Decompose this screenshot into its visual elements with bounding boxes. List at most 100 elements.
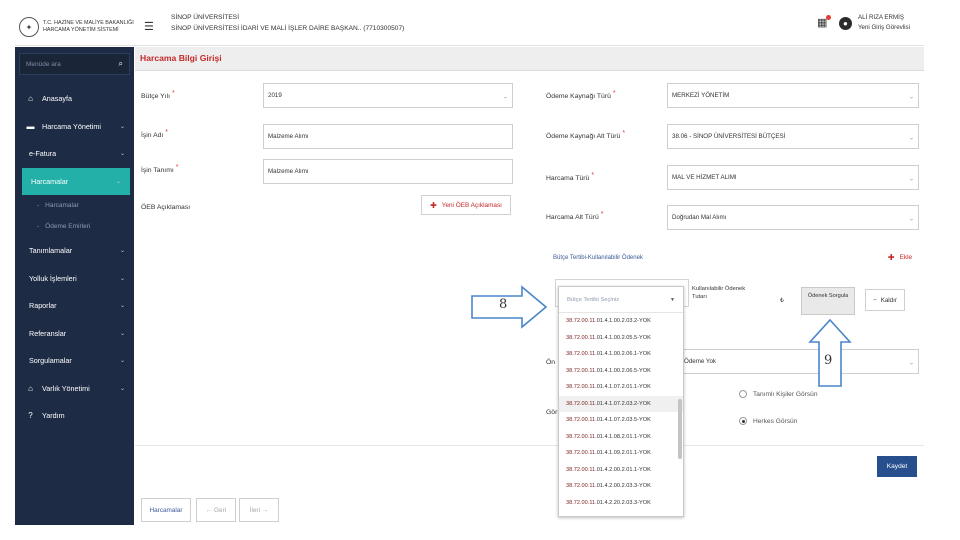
brand-line-2: HARCAMA YÖNETİM SİSTEMİ (43, 27, 119, 33)
dropdown-option[interactable]: 38.72.00.11.01.4.1.00.2.06.5-YOK (559, 363, 683, 380)
butce-yili-select[interactable]: 2019 (263, 83, 513, 108)
sidebar-item-harcama-yonetimi[interactable]: ▬ Harcama Yönetimi ⌄ (15, 113, 134, 141)
budget-section-label: Bütçe Tertibi-Kullanılabilir Ödenek (553, 255, 643, 261)
search-icon[interactable]: ⌕ (119, 59, 123, 69)
menu-toggle-icon[interactable]: ☰ (144, 20, 154, 33)
odenek-sorgula-button[interactable]: Ödenek Sorgula (801, 287, 855, 315)
ministry-seal-icon: ✦ (19, 17, 39, 37)
partial-label-gor: Gör (546, 409, 558, 416)
option-code: 38.72.00.11 (566, 466, 596, 473)
sidebar-item-anasayfa[interactable]: ⌂ Anasayfa (15, 85, 134, 113)
oeb-aciklamasi-label: ÖEB Açıklaması (141, 204, 191, 211)
isin-adi-label: İşin Adı * (141, 129, 169, 139)
divider (135, 445, 924, 446)
pager-next[interactable]: İleri → (239, 498, 279, 522)
radio-tanimli-kisiler[interactable]: Tanımlı Kişiler Görsün (739, 390, 818, 398)
dropdown-option[interactable]: 38.72.00.11.01.4.1.00.2.03.2-YOK (559, 313, 683, 330)
odeme-kaynagi-alt-turu-select[interactable]: 38.06 - SİNOP ÜNİVERSİTESİ BÜTÇESİ (667, 124, 919, 149)
sidebar-item-referanslar[interactable]: Referanslar ⌄ (15, 320, 134, 348)
option-rest: .01.4.1.09.2.01.1-YOK (595, 450, 651, 457)
pager-prev[interactable]: ← Geri (196, 498, 236, 522)
chevron-down-icon: ⌄ (119, 303, 125, 310)
sidebar-item-label: Raporlar (29, 301, 57, 311)
dropdown-option[interactable]: 38.72.00.11.01.4.1.00.2.06.1-YOK (559, 346, 683, 363)
brand[interactable]: ✦ T.C. HAZİNE VE MALİYE BAKANLIĞI HARCAM… (15, 8, 134, 46)
sidebar-subitem-harcamalar[interactable]: - Harcamalar (15, 195, 134, 216)
ekle-button[interactable]: ✚ Ekle (885, 250, 915, 264)
yeni-oeb-button[interactable]: ✚ Yeni ÖEB Açıklaması (421, 195, 511, 215)
dropdown-option[interactable]: 38.72.00.11.01.4.2.20.2.03.3-YOK (559, 495, 683, 512)
arrow-right-annotation (471, 285, 548, 329)
odeme-kaynagi-turu-select[interactable]: MERKEZİ YÖNETİM (667, 83, 919, 108)
radio-button[interactable] (739, 390, 747, 398)
option-rest: .01.4.2.20.2.03.3-YOK (595, 499, 651, 506)
partial-label-on: Ön (546, 359, 556, 366)
kaydet-button[interactable]: Kaydet (877, 456, 917, 477)
sidebar-item-e-fatura[interactable]: e-Fatura ⌄ (15, 140, 134, 168)
option-code: 38.72.00.11 (566, 400, 596, 407)
sidebar-item-tanimlamalar[interactable]: Tanımlamalar ⌄ (15, 237, 134, 265)
dropdown-option[interactable]: 38.72.00.11.01.4.1.07.2.03.5-YOK (559, 412, 683, 429)
radio-button-selected[interactable] (739, 417, 747, 425)
notification-badge (825, 15, 831, 20)
annotation-number-9: 9 (824, 353, 833, 368)
sidebar-item-label: Ödeme Emirleri (45, 223, 91, 230)
chevron-down-icon: ⌄ (119, 151, 125, 158)
page-title-bar: Harcama Bilgi Girişi (135, 47, 924, 71)
sidebar-item-varlik-yonetimi[interactable]: ⌂ Varlık Yönetimi ⌄ (15, 375, 134, 403)
user-avatar-icon[interactable]: ● (838, 16, 852, 30)
dropdown-placeholder[interactable]: Bütçe Tertibi Seçiniz ▼ (559, 287, 683, 313)
org-line-2: SİNOP ÜNİVERSİTESİ İDARİ VE MALİ İŞLER D… (171, 25, 405, 32)
kaldir-button[interactable]: − Kaldır (865, 289, 905, 311)
dropdown-option[interactable]: 38.72.00.11.01.4.2.00.2.03.3-YOK (559, 478, 683, 495)
butce-tertibi-dropdown[interactable]: Bütçe Tertibi Seçiniz ▼ 38.72.00.11.01.4… (558, 286, 684, 517)
sidebar-item-raporlar[interactable]: Raporlar ⌄ (15, 292, 134, 320)
organization-info: SİNOP ÜNİVERSİTESİ SİNOP ÜNİVERSİTESİ İD… (171, 12, 404, 34)
option-rest: .01.4.2.00.2.03.3-YOK (595, 483, 651, 490)
harcama-alt-turu-select[interactable]: Doğrudan Mal Alımı (667, 205, 919, 230)
isin-adi-input[interactable]: Malzeme Alımı (263, 124, 513, 149)
sidebar-item-label: Referanslar (29, 328, 67, 338)
option-rest: .01.4.1.00.2.05.5-YOK (595, 334, 651, 341)
menu-search-input[interactable]: Menüde ara ⌕ (19, 53, 130, 75)
dropdown-scrollbar[interactable] (678, 399, 682, 459)
butce-yili-label: Bütçe Yılı * (141, 90, 175, 100)
option-rest: .01.4.1.08.2.01.1-YOK (595, 433, 651, 440)
dropdown-option[interactable]: 38.72.00.11.01.4.1.07.2.03.2-YOK (559, 395, 683, 412)
user-info[interactable]: ALİ RIZA ERMİŞ Yeni Giriş Görevlisi (858, 13, 910, 33)
kullanilabilir-odenek-label: Kullanılabilir Ödenek Tutarı (692, 286, 746, 300)
option-code: 38.72.00.11 (566, 417, 596, 424)
pager-current[interactable]: Harcamalar (141, 498, 191, 522)
sidebar-item-label: Yolluk İşlemleri (29, 273, 77, 283)
sidebar-item-label: Tanımlamalar (29, 246, 73, 256)
sidebar-item-label: Harcama Yönetimi (42, 121, 101, 131)
dropdown-option[interactable]: 38.72.00.11.01.4.1.09.2.01.1-YOK (559, 445, 683, 462)
odeme-yeri-select[interactable]: Ödeme Yok (679, 349, 919, 374)
harcama-alt-turu-label: Harcama Alt Türü * (546, 211, 604, 221)
sidebar-item-harcamalar[interactable]: Harcamalar ⌄ (22, 167, 130, 195)
chevron-down-icon: ⌄ (119, 385, 125, 392)
sidebar-item-label: Harcamalar (45, 202, 79, 209)
sidebar-item-sorgulamalar[interactable]: Sorgulamalar ⌄ (15, 347, 134, 375)
caret-down-icon: ▼ (670, 297, 675, 303)
sidebar-item-yolluk-islemleri[interactable]: Yolluk İşlemleri ⌄ (15, 265, 134, 293)
harcama-turu-select[interactable]: MAL VE HİZMET ALIMI (667, 165, 919, 190)
option-rest: .01.4.1.07.2.03.5-YOK (595, 417, 651, 424)
sidebar-subitem-odeme-emirleri[interactable]: - Ödeme Emirleri (15, 216, 134, 237)
harcama-turu-label: Harcama Türü * (546, 172, 595, 182)
home-icon: ⌂ (28, 94, 33, 104)
notification-icon[interactable]: ▦ (817, 15, 831, 29)
dropdown-option[interactable]: 38.72.00.11.01.4.1.08.2.01.1-YOK (559, 429, 683, 446)
plus-icon: ✚ (887, 252, 895, 262)
radio-herkes[interactable]: Herkes Görsün (739, 417, 797, 425)
dropdown-option[interactable]: 38.72.00.11.01.4.1.07.2.01.1-YOK (559, 379, 683, 396)
option-rest: .01.4.1.00.2.06.1-YOK (595, 351, 651, 358)
dropdown-option[interactable]: 38.72.00.11.01.4.1.00.2.05.5-YOK (559, 330, 683, 347)
sidebar-item-yardim[interactable]: ? Yardım (15, 402, 134, 430)
option-rest: .01.4.2.00.2.01.1-YOK (595, 466, 651, 473)
chevron-down-icon: ⌄ (119, 123, 125, 130)
dropdown-option[interactable]: 38.72.00.11.01.4.2.00.2.01.1-YOK (559, 462, 683, 479)
isin-tanimi-input[interactable]: Malzeme Alımı (263, 159, 513, 184)
top-header: ✦ T.C. HAZİNE VE MALİYE BAKANLIĞI HARCAM… (15, 8, 924, 46)
sidebar-item-label: Anasayfa (42, 94, 72, 104)
